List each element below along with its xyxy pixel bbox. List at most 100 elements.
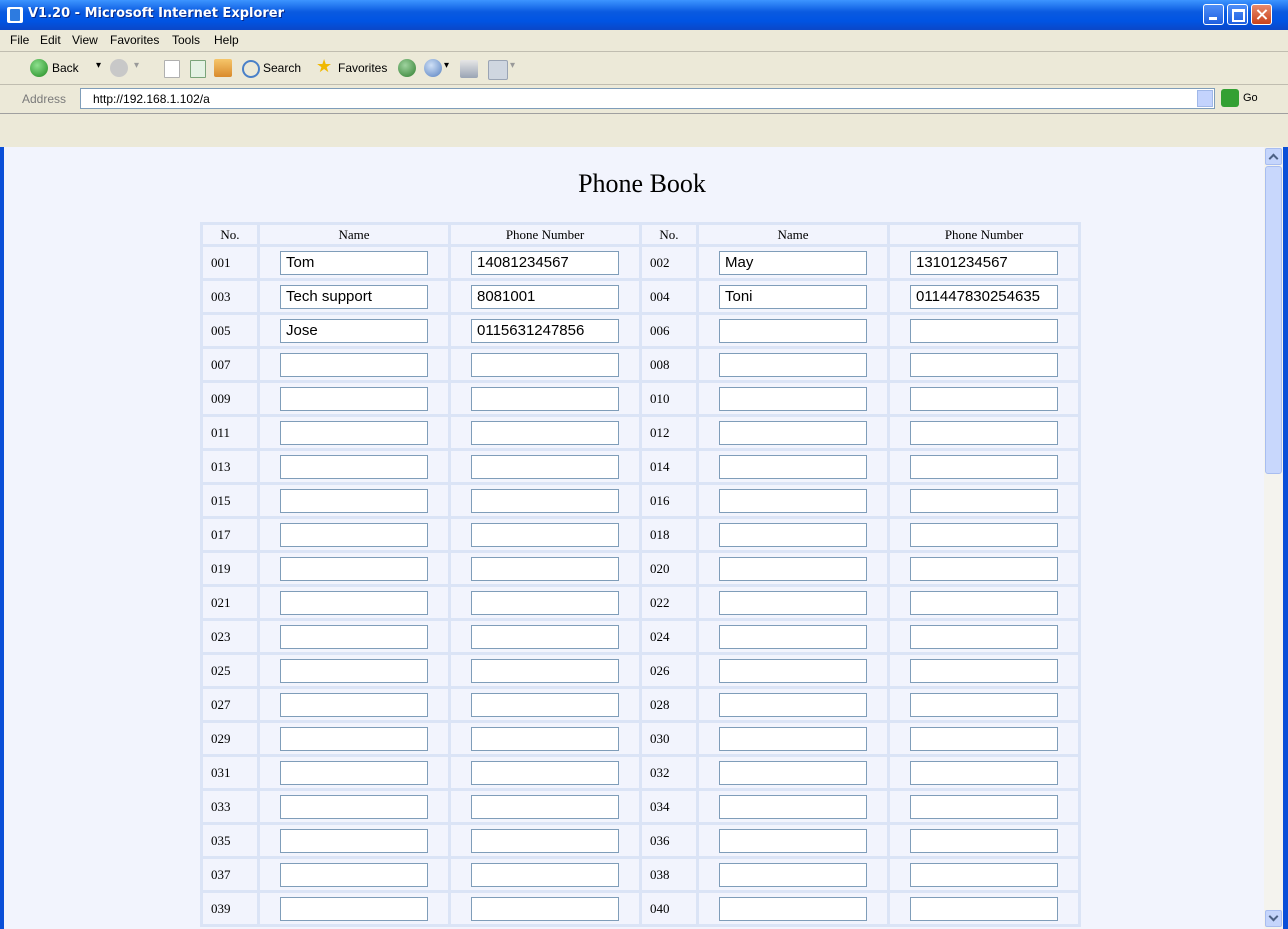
phone-number-field[interactable] (910, 862, 1058, 887)
close-button[interactable] (1251, 4, 1272, 25)
phone-number-field[interactable] (910, 488, 1058, 513)
menu-favorites[interactable]: Favorites (110, 33, 159, 47)
menu-file[interactable]: File (10, 33, 29, 47)
phone-number-field[interactable] (471, 284, 619, 309)
name-field[interactable] (280, 522, 428, 547)
name-field[interactable] (280, 624, 428, 649)
name-field[interactable] (719, 250, 867, 275)
phone-number-field[interactable] (471, 454, 619, 479)
phone-number-field[interactable] (471, 624, 619, 649)
phone-number-field[interactable] (910, 692, 1058, 717)
menu-tools[interactable]: Tools (172, 33, 200, 47)
name-field[interactable] (719, 794, 867, 819)
vertical-scrollbar[interactable] (1264, 147, 1283, 929)
name-field[interactable] (280, 250, 428, 275)
phone-number-field[interactable] (910, 386, 1058, 411)
scroll-up-icon[interactable] (1265, 148, 1282, 165)
home-icon[interactable] (214, 59, 232, 77)
mail-dropdown-icon[interactable]: ▾ (444, 60, 449, 80)
address-dropdown-icon[interactable] (1197, 90, 1213, 107)
favorites-star-icon[interactable]: ★ (316, 56, 332, 76)
scroll-thumb[interactable] (1265, 166, 1282, 474)
refresh-icon[interactable] (190, 60, 206, 78)
phone-number-field[interactable] (910, 760, 1058, 785)
phone-number-field[interactable] (471, 726, 619, 751)
phone-number-field[interactable] (471, 318, 619, 343)
name-field[interactable] (719, 522, 867, 547)
phone-number-field[interactable] (910, 658, 1058, 683)
phone-number-field[interactable] (910, 420, 1058, 445)
phone-number-field[interactable] (910, 318, 1058, 343)
search-button-label[interactable]: Search (263, 61, 301, 81)
name-field[interactable] (719, 726, 867, 751)
name-field[interactable] (719, 590, 867, 615)
phone-number-field[interactable] (910, 352, 1058, 377)
name-field[interactable] (280, 726, 428, 751)
name-field[interactable] (719, 760, 867, 785)
name-field[interactable] (719, 420, 867, 445)
forward-dropdown-icon[interactable]: ▾ (134, 60, 139, 80)
name-field[interactable] (280, 658, 428, 683)
stop-icon[interactable] (164, 60, 180, 78)
maximize-button[interactable] (1227, 4, 1248, 25)
phone-number-field[interactable] (910, 828, 1058, 853)
phone-number-field[interactable] (910, 454, 1058, 479)
name-field[interactable] (280, 352, 428, 377)
back-arrow-icon[interactable] (30, 59, 48, 77)
name-field[interactable] (280, 862, 428, 887)
name-field[interactable] (719, 658, 867, 683)
name-field[interactable] (280, 828, 428, 853)
phone-number-field[interactable] (471, 692, 619, 717)
name-field[interactable] (280, 896, 428, 921)
phone-number-field[interactable] (471, 794, 619, 819)
phone-number-field[interactable] (471, 522, 619, 547)
phone-number-field[interactable] (471, 250, 619, 275)
phone-number-field[interactable] (471, 896, 619, 921)
name-field[interactable] (719, 624, 867, 649)
phone-number-field[interactable] (910, 284, 1058, 309)
minimize-button[interactable] (1203, 4, 1224, 25)
print-icon[interactable] (460, 60, 478, 78)
name-field[interactable] (719, 896, 867, 921)
phone-number-field[interactable] (910, 590, 1058, 615)
name-field[interactable] (280, 556, 428, 581)
name-field[interactable] (280, 488, 428, 513)
mail-icon[interactable] (424, 59, 442, 77)
favorites-button-label[interactable]: Favorites (338, 61, 387, 81)
name-field[interactable] (719, 352, 867, 377)
go-arrow-icon[interactable] (1221, 89, 1239, 107)
phone-number-field[interactable] (471, 386, 619, 411)
name-field[interactable] (280, 454, 428, 479)
name-field[interactable] (280, 794, 428, 819)
phone-number-field[interactable] (910, 556, 1058, 581)
edit-dropdown-icon[interactable]: ▾ (510, 60, 515, 80)
phone-number-field[interactable] (471, 658, 619, 683)
name-field[interactable] (280, 386, 428, 411)
name-field[interactable] (719, 556, 867, 581)
phone-number-field[interactable] (910, 624, 1058, 649)
phone-number-field[interactable] (471, 556, 619, 581)
name-field[interactable] (280, 760, 428, 785)
name-field[interactable] (280, 692, 428, 717)
name-field[interactable] (719, 454, 867, 479)
scroll-down-icon[interactable] (1265, 910, 1282, 927)
back-button-label[interactable]: Back (52, 61, 79, 81)
menu-view[interactable]: View (72, 33, 98, 47)
name-field[interactable] (719, 284, 867, 309)
phone-number-field[interactable] (910, 726, 1058, 751)
phone-number-field[interactable] (471, 590, 619, 615)
history-icon[interactable] (398, 59, 416, 77)
phone-number-field[interactable] (910, 794, 1058, 819)
name-field[interactable] (719, 862, 867, 887)
phone-number-field[interactable] (910, 522, 1058, 547)
name-field[interactable] (719, 692, 867, 717)
phone-number-field[interactable] (471, 828, 619, 853)
phone-number-field[interactable] (471, 760, 619, 785)
name-field[interactable] (280, 318, 428, 343)
go-button-label[interactable]: Go (1243, 92, 1258, 104)
name-field[interactable] (719, 318, 867, 343)
name-field[interactable] (280, 590, 428, 615)
name-field[interactable] (719, 488, 867, 513)
name-field[interactable] (280, 420, 428, 445)
phone-number-field[interactable] (910, 250, 1058, 275)
